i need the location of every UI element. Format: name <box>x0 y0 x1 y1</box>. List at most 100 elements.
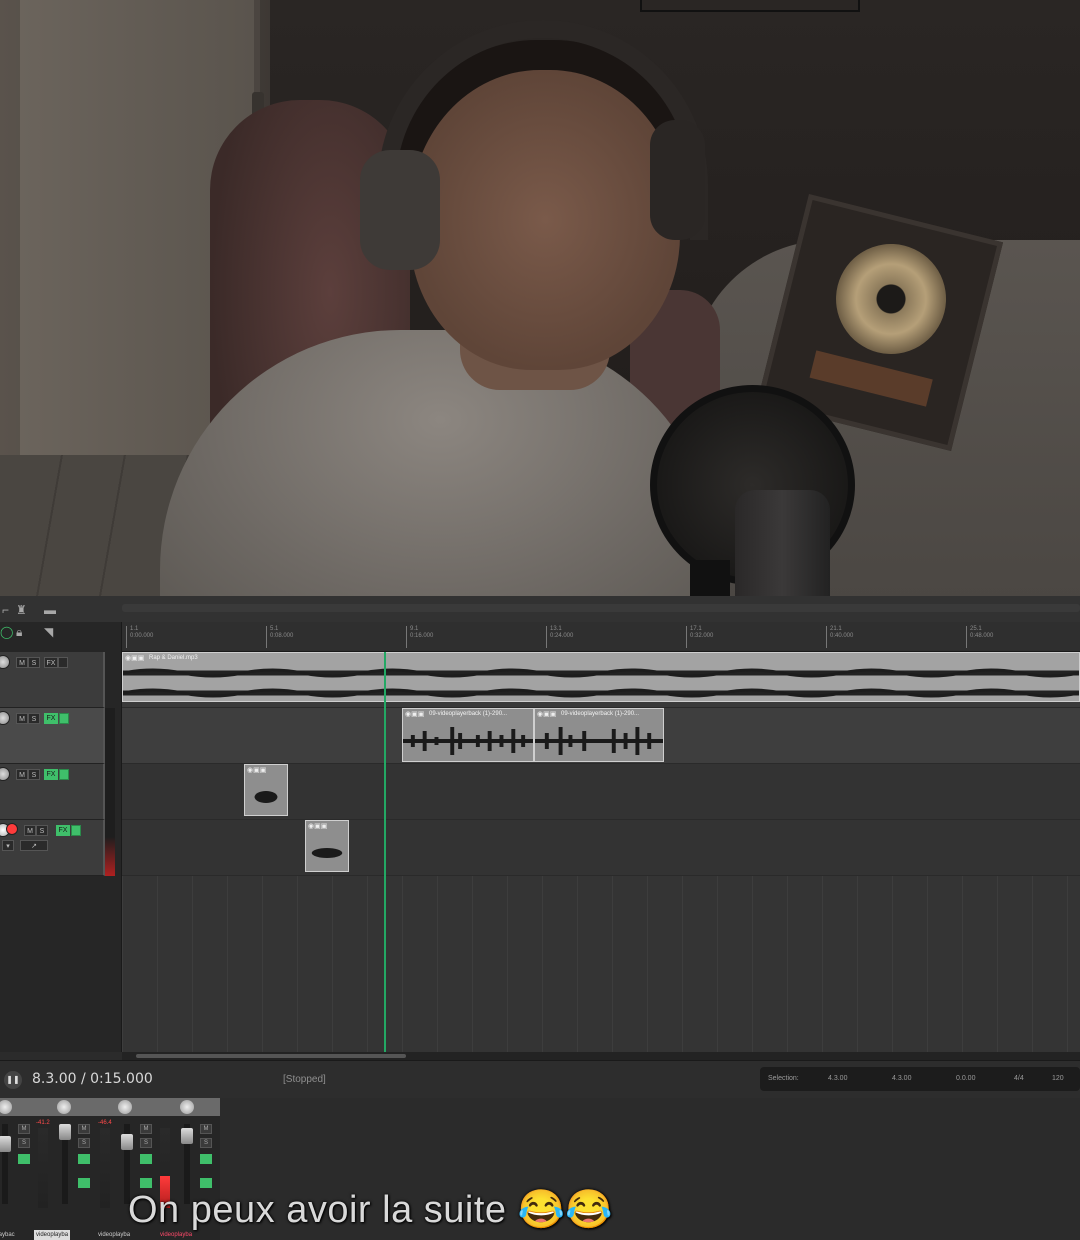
solo-button[interactable]: S <box>78 1138 90 1148</box>
solo-button[interactable]: S <box>200 1138 212 1148</box>
fx-button[interactable]: FX <box>56 825 70 836</box>
mute-button[interactable]: M <box>16 769 28 780</box>
ruler-mark: 5.1 0:08.000 <box>266 626 293 648</box>
item-icons: ◉▣▣ <box>247 767 267 774</box>
track-control-panel: ◯ 🔒︎ ◥ M S FX M S FX M S FX M S FX ▾ ↗ <box>0 622 122 1052</box>
volume-fader[interactable] <box>181 1128 193 1144</box>
waveform <box>311 848 343 858</box>
track-lane-4 <box>122 820 1080 876</box>
pan-knob[interactable] <box>118 1100 132 1114</box>
track-header-3[interactable]: M S FX <box>0 764 105 820</box>
media-item-clip-4[interactable]: ◉▣▣ <box>305 820 349 872</box>
mute-button[interactable]: M <box>200 1124 212 1134</box>
volume-knob[interactable] <box>0 767 10 781</box>
pan-knob[interactable] <box>0 1100 12 1114</box>
env-button[interactable] <box>59 769 69 780</box>
media-item-videoplayback-a[interactable]: ◉▣▣ 09-videoplayerback (1)-290... <box>402 708 534 762</box>
solo-button[interactable]: S <box>28 769 40 780</box>
item-title: 09-videoplayerback (1)-290... <box>561 711 640 717</box>
arrange-view[interactable]: ◉▣▣ Rap & Daniel.mp3 ◉▣▣ 09-videoplayerb… <box>122 652 1080 1052</box>
solo-button[interactable]: S <box>28 713 40 724</box>
waveform <box>123 668 1079 698</box>
horizontal-scrollbar[interactable] <box>122 1052 1080 1060</box>
video-caption: On peux avoir la suite 😂😂 <box>128 1189 614 1231</box>
media-item-clip-3[interactable]: ◉▣▣ <box>244 764 288 816</box>
volume-knob[interactable] <box>0 655 10 669</box>
ruler-mark: 21.1 0:40.000 <box>826 626 853 648</box>
peak-label: -41.2 <box>36 1120 50 1126</box>
mute-button[interactable]: M <box>140 1124 152 1134</box>
track-header-4[interactable]: M S FX ▾ ↗ <box>0 820 105 876</box>
fx-button[interactable] <box>200 1178 212 1188</box>
frame-plaque <box>809 350 933 407</box>
ruler-mark: 13.1 0:24.000 <box>546 626 573 648</box>
mute-button[interactable]: M <box>16 713 28 724</box>
selection-panel: Selection: 4.3.00 4.3.00 0.0.00 4/4 120 <box>760 1067 1080 1091</box>
lock-icon[interactable]: 🔒︎ <box>16 626 22 638</box>
wall-frame <box>640 0 860 12</box>
solo-button[interactable]: S <box>28 657 40 668</box>
mute-button[interactable]: M <box>16 657 28 668</box>
mixer-track-name[interactable]: videoplayba <box>34 1230 71 1240</box>
time-signature[interactable]: 4/4 <box>1014 1075 1024 1082</box>
env-button[interactable] <box>71 825 81 836</box>
webcam-feed <box>0 0 1080 596</box>
fx-button[interactable]: FX <box>44 769 58 780</box>
mute-button[interactable]: M <box>18 1124 30 1134</box>
record-arm-button[interactable] <box>6 823 18 835</box>
fx-button[interactable] <box>78 1178 90 1188</box>
mute-button[interactable]: M <box>24 825 36 836</box>
volume-fader[interactable] <box>0 1136 11 1152</box>
track-meter <box>105 764 115 820</box>
waveform <box>254 791 278 803</box>
mixer-track-name[interactable]: videoplayba <box>96 1230 132 1240</box>
pause-button[interactable]: ❚❚ <box>4 1071 22 1089</box>
fx-button[interactable] <box>78 1154 90 1164</box>
timeline-ruler[interactable]: 1.1 0:00.000 5.1 0:08.000 9.1 0:16.000 13.1… <box>122 622 1080 652</box>
env-button[interactable] <box>58 657 68 668</box>
selection-label: Selection: <box>768 1075 799 1082</box>
automation-button[interactable]: ↗ <box>20 840 48 851</box>
mute-button[interactable]: M <box>78 1124 90 1134</box>
volume-fader[interactable] <box>59 1124 71 1140</box>
person-icon[interactable]: ♜ <box>16 604 27 616</box>
envelope-tool-icon[interactable]: ◥ <box>44 626 53 638</box>
fx-button[interactable] <box>200 1154 212 1164</box>
grid-icon[interactable]: ▬ <box>44 604 56 616</box>
volume-fader[interactable] <box>121 1134 133 1150</box>
fx-button[interactable]: FX <box>44 713 58 724</box>
track-header-2[interactable]: M S FX <box>0 708 105 764</box>
power-icon[interactable]: ◯ <box>0 626 13 638</box>
screen: ⌐ ♜ ▬ ◯ 🔒︎ ◥ M S FX M S FX M S FX M S FX… <box>0 0 1080 1240</box>
fx-button[interactable]: FX <box>44 657 58 668</box>
transport-bar: ❚❚ 8.3.00 / 0:15.000 [Stopped] Selection… <box>0 1060 1080 1098</box>
input-dropdown[interactable]: ▾ <box>2 840 14 851</box>
selection-end[interactable]: 4.3.00 <box>892 1075 911 1082</box>
item-icons: ◉▣▣ <box>308 823 328 830</box>
media-item-rap-daniel[interactable]: ◉▣▣ Rap & Daniel.mp3 <box>122 652 1080 702</box>
selection-start[interactable]: 4.3.00 <box>828 1075 847 1082</box>
fx-button[interactable] <box>140 1178 152 1188</box>
mixer-track-name[interactable]: playbac <box>0 1230 17 1240</box>
scrollbar-thumb[interactable] <box>136 1054 406 1058</box>
mic-stand <box>690 560 730 596</box>
fx-button[interactable] <box>140 1154 152 1164</box>
fx-button[interactable] <box>18 1154 30 1164</box>
solo-button[interactable]: S <box>36 825 48 836</box>
tempo[interactable]: 120 <box>1052 1075 1064 1082</box>
top-scroll[interactable] <box>122 604 1080 612</box>
env-button[interactable] <box>59 713 69 724</box>
volume-knob[interactable] <box>0 711 10 725</box>
pan-knob[interactable] <box>57 1100 71 1114</box>
item-title: 09-videoplayerback (1)-290... <box>429 711 508 717</box>
selection-length[interactable]: 0.0.00 <box>956 1075 975 1082</box>
media-item-videoplayback-b[interactable]: ◉▣▣ 09-videoplayerback (1)-290... <box>534 708 664 762</box>
tool-icon[interactable]: ⌐ <box>2 604 9 616</box>
track-header-1[interactable]: M S FX <box>0 652 105 708</box>
playhead-cursor[interactable] <box>384 652 386 1052</box>
daw-window: ⌐ ♜ ▬ ◯ 🔒︎ ◥ M S FX M S FX M S FX M S FX… <box>0 596 1080 1240</box>
solo-button[interactable]: S <box>140 1138 152 1148</box>
solo-button[interactable]: S <box>18 1138 30 1148</box>
track-meter <box>105 820 115 876</box>
pan-knob[interactable] <box>180 1100 194 1114</box>
